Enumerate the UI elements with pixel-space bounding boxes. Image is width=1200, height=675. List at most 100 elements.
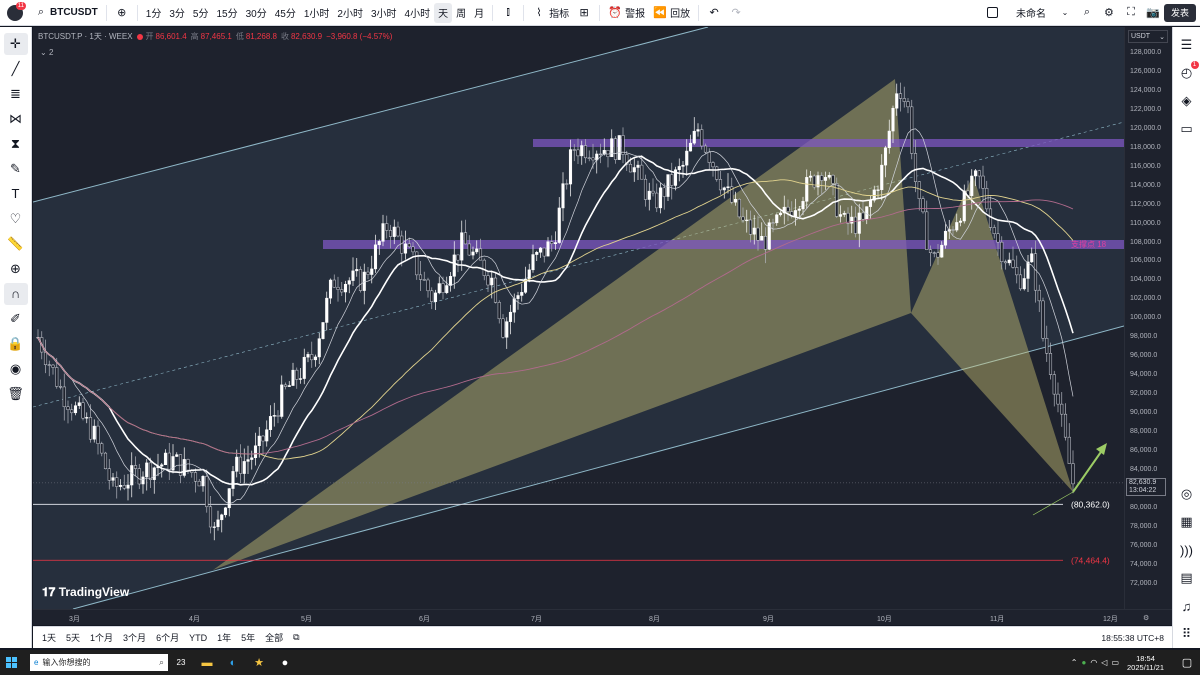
utc-clock[interactable]: 18:55:38 UTC+8 [1101, 633, 1164, 643]
undo-button[interactable]: ↶ [703, 3, 725, 23]
range-button[interactable]: 3个月 [118, 631, 151, 644]
search-icon: ⌕ [158, 657, 164, 667]
interval-button[interactable]: 5分 [189, 3, 213, 23]
favorites-tool[interactable]: ♡ [4, 208, 28, 230]
symbol-search[interactable]: ⌕ BTCUSDT [30, 3, 102, 23]
chart-pane[interactable]: 支撑点 18 (80,362.0) (74,464.4) [33, 27, 1124, 609]
layout-checkbox[interactable] [986, 7, 998, 18]
resistance-zone-lower [323, 240, 1124, 249]
notifications-button[interactable]: ♫ [1176, 595, 1198, 617]
interval-button[interactable]: 30分 [242, 3, 271, 23]
interval-button[interactable]: 15分 [212, 3, 241, 23]
lock-tool[interactable]: 🔒 [4, 333, 28, 355]
layout-name-button[interactable]: 未命名 ⌄ [1012, 3, 1076, 23]
goto-date-button[interactable]: ⧉ [288, 632, 304, 643]
trendline-tool[interactable]: ╱ [4, 58, 28, 80]
notification-center[interactable]: ▢ [1174, 650, 1200, 675]
taskbar-app-edge[interactable]: ◐ [220, 650, 246, 675]
quick-search-button[interactable]: ⌕ [1076, 3, 1098, 23]
price-tick: 86,000.0 [1130, 446, 1158, 454]
indicators-button[interactable]: ⌇ 指标 [528, 3, 573, 23]
layers-button[interactable]: ◈ [1176, 90, 1198, 112]
taskbar-app-favorite[interactable]: ★ [246, 650, 272, 675]
taskbar-app-qq[interactable]: ● [272, 650, 298, 675]
taskbar-clock[interactable]: 18:54 2025/11/21 [1127, 654, 1164, 672]
text-tool[interactable]: T [4, 183, 28, 205]
publish-button[interactable]: 发表 [1163, 3, 1196, 22]
watchlist-button[interactable]: ☰ [1176, 34, 1198, 56]
chat-button[interactable]: ▭ [1176, 118, 1198, 140]
interval-button[interactable]: 天 [434, 2, 453, 23]
candle-body [1011, 259, 1015, 268]
range-button[interactable]: 1个月 [85, 631, 118, 644]
prediction-tool[interactable]: ⧗ [4, 133, 28, 155]
indicator-toggle[interactable]: ⌄ 2 [40, 48, 53, 57]
interval-button[interactable]: 45分 [271, 3, 300, 23]
hide-tool[interactable]: ◉ [4, 358, 28, 380]
range-button[interactable]: YTD [184, 633, 212, 643]
chart-type-button[interactable]: ⫾ [497, 3, 519, 23]
time-axis[interactable]: 3月 4月 5月 6月 7月 8月 9月 10月 11月 12月 ⚙ [33, 609, 1172, 625]
notes-button[interactable]: ▤ [1176, 567, 1198, 589]
range-button[interactable]: 1年 [212, 631, 236, 644]
measure-tool[interactable]: 📏 [4, 233, 28, 255]
candle-body [317, 338, 321, 358]
delete-tool[interactable]: 🗑 [4, 383, 28, 405]
snapshot-button[interactable]: 📷 [1142, 3, 1164, 23]
currency-selector[interactable]: USDT ⌄ [1128, 30, 1168, 43]
candle-body [707, 151, 711, 163]
range-button[interactable]: 5天 [61, 631, 85, 644]
target-button[interactable]: ◎ [1176, 483, 1198, 505]
replay-label: 回放 [670, 9, 691, 20]
interval-button[interactable]: 周 [452, 3, 470, 23]
range-button[interactable]: 6个月 [151, 631, 184, 644]
pattern-tool[interactable]: ⋈ [4, 108, 28, 130]
range-button[interactable]: 全部 [260, 631, 288, 644]
magnet-tool[interactable]: ∩ [3, 282, 28, 305]
calendar-button[interactable]: ▦ [1176, 511, 1198, 533]
candle-body [478, 248, 483, 261]
range-button[interactable]: 5年 [236, 631, 260, 644]
interval-button[interactable]: 2小时 [333, 3, 367, 23]
candle-body [640, 164, 644, 180]
target-icon: ◎ [1180, 486, 1193, 501]
brush-tool[interactable]: ✎ [4, 158, 28, 180]
templates-button[interactable]: ⊞ [573, 3, 595, 23]
time-tick: 12月 [1103, 616, 1118, 623]
candle-body [722, 187, 726, 191]
fullscreen-button[interactable]: ⛶ [1120, 3, 1142, 23]
candle-body [925, 211, 929, 250]
fib-tool[interactable]: ≣ [4, 83, 28, 105]
stay-drawing-tool[interactable]: ✐ [4, 308, 28, 330]
taskbar-search[interactable]: e 输入你想搜的 ⌕ [30, 654, 168, 671]
interval-button[interactable]: 1小时 [300, 3, 334, 23]
zoom-tool[interactable]: ⊕ [4, 258, 28, 280]
interval-button[interactable]: 4小时 [401, 3, 435, 23]
apps-button[interactable]: ⠿ [1176, 623, 1198, 645]
dots-grid-icon: ⠿ [1181, 626, 1192, 641]
taskbar-app-widget[interactable]: 23 [168, 650, 194, 675]
alert-button[interactable]: ⏰ 警报 [604, 3, 649, 23]
start-button[interactable] [0, 650, 22, 675]
crosshair-tool[interactable]: ✛ [3, 32, 28, 55]
range-button[interactable]: 1天 [37, 631, 61, 644]
stream-button[interactable]: ))) [1176, 539, 1198, 561]
price-axis[interactable]: USDT ⌄ 128,000.0 126,000.0 124,000.0 122,000… [1124, 27, 1172, 609]
settings-button[interactable]: ⚙ [1098, 3, 1120, 23]
eye-icon: ◉ [9, 360, 22, 376]
axis-settings-icon[interactable]: ⚙ [1143, 614, 1149, 622]
redo-button[interactable]: ↷ [725, 3, 747, 23]
interval-button[interactable]: 3小时 [367, 3, 401, 23]
interval-button[interactable]: 3分 [165, 3, 189, 23]
candle-body [280, 384, 284, 417]
replay-button[interactable]: ⏪ 回放 [649, 3, 694, 23]
alerts-panel-button[interactable]: ◴ 1 [1176, 61, 1199, 84]
interval-button[interactable]: 1分 [142, 3, 166, 23]
system-tray[interactable]: ⌃ ● ◠ ◁ ▭ [1071, 658, 1119, 667]
candle-body [973, 170, 978, 177]
interval-button[interactable]: 月 [470, 3, 488, 23]
menu-button[interactable]: 11 [0, 0, 30, 26]
candle-body [321, 322, 325, 339]
compare-button[interactable]: ⊕ [111, 3, 133, 23]
taskbar-app-explorer[interactable]: ▬ [194, 650, 220, 675]
